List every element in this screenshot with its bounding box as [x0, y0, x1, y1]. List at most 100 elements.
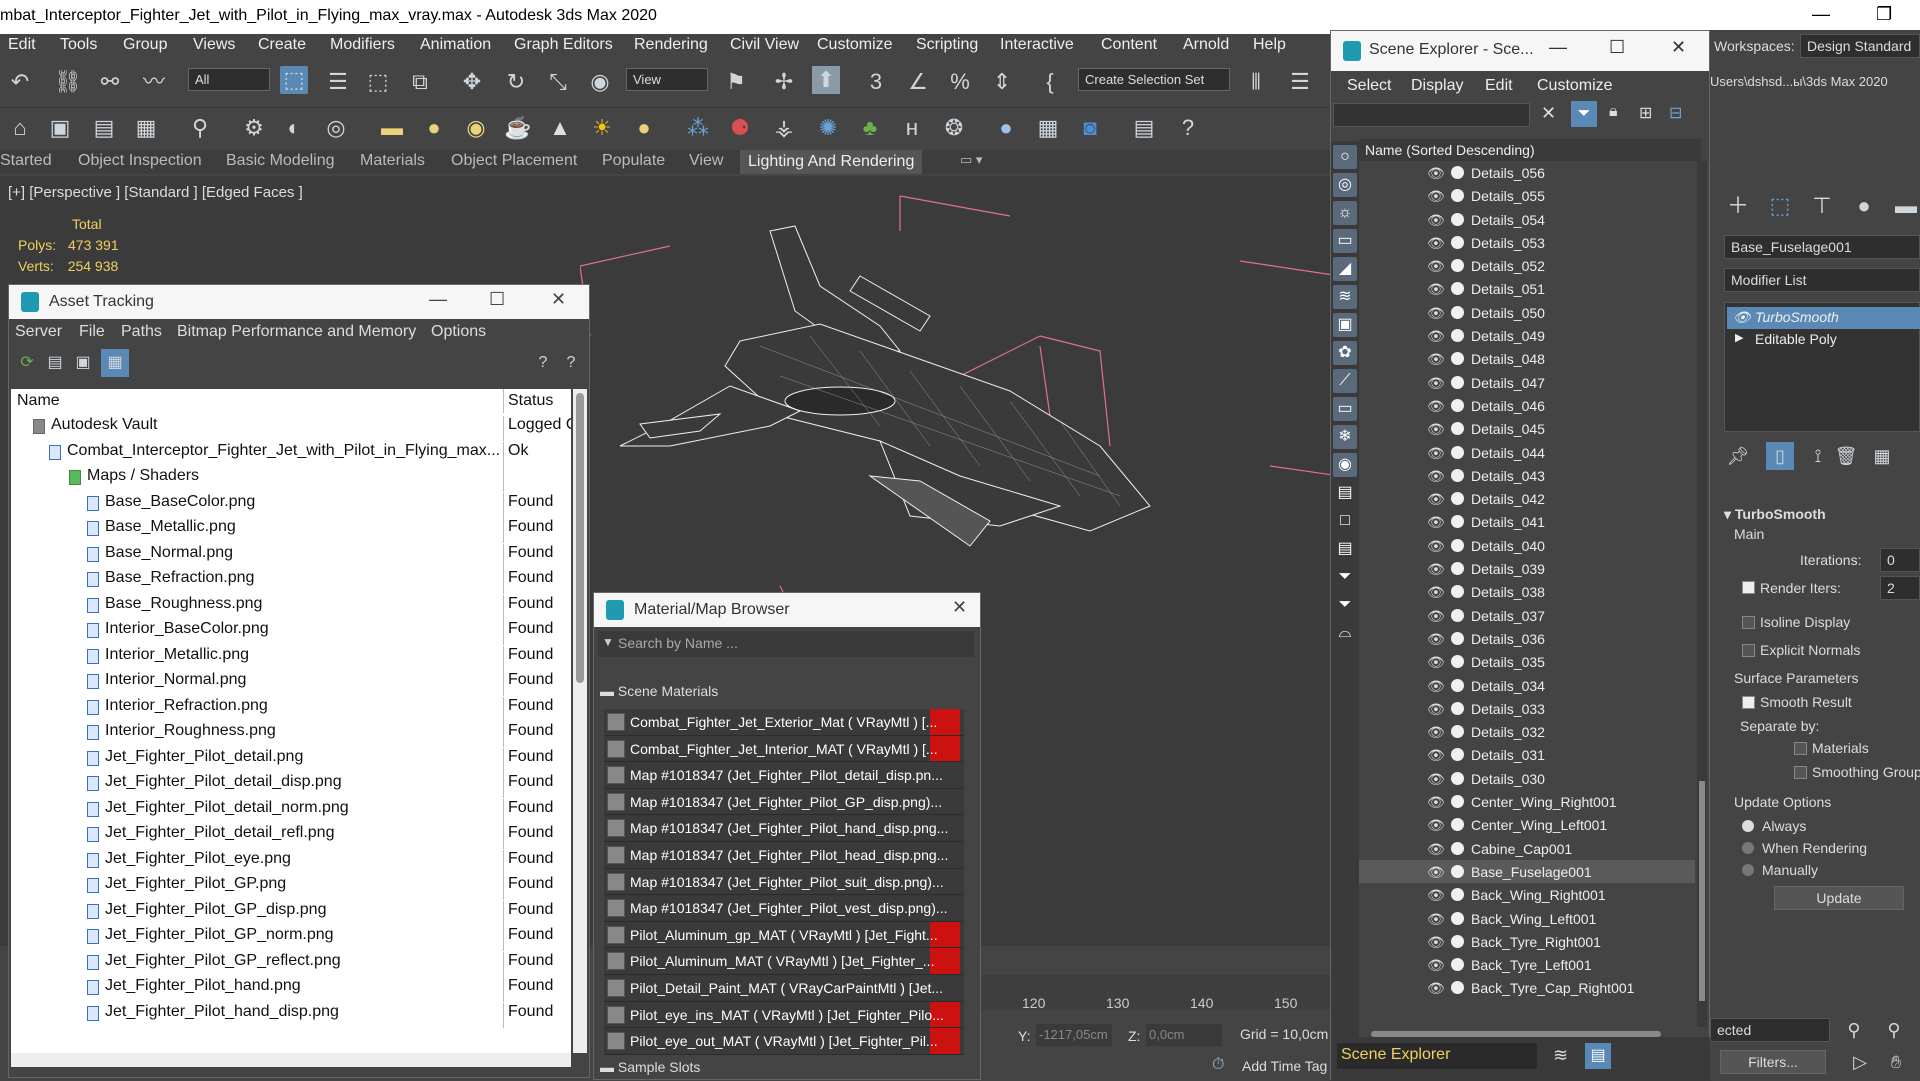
plane-icon[interactable]: ▬ [378, 114, 406, 142]
menu-options[interactable]: Options [431, 323, 486, 341]
create-tab-icon[interactable]: ＋ [1724, 192, 1752, 220]
tab-getting-started[interactable]: Started [0, 152, 52, 170]
material-item[interactable]: Map #1018347 (Jet_Fighter_Pilot_head_dis… [604, 841, 964, 869]
ribbon-options-icon[interactable]: ▭ ▾ [960, 152, 982, 168]
scene-object-row[interactable]: 👁︎ Back_Tyre_Cap_Right001 [1359, 976, 1695, 999]
table-row[interactable]: Combat_Interceptor_Fighter_Jet_with_Pilo… [11, 439, 571, 467]
menu-content[interactable]: Content [1101, 36, 1157, 54]
table-row[interactable]: Base_Roughness.png Found [11, 592, 571, 620]
particles-icon[interactable]: ⁂ [684, 114, 712, 142]
play-icon[interactable]: ▷ [1846, 1048, 1874, 1076]
material-item[interactable]: Map #1018347 (Jet_Fighter_Pilot_suit_dis… [604, 868, 964, 896]
freeze-toggle-icon[interactable] [1451, 235, 1464, 249]
search-icon[interactable]: ⚲ [1840, 1016, 1868, 1044]
stack-item-editable-poly[interactable]: ▶ Editable Poly [1727, 329, 1920, 351]
menu-create[interactable]: Create [258, 36, 306, 54]
ribbon-toggle-icon[interactable]: ▦ [132, 114, 160, 142]
scene-object-row[interactable]: 👁︎ Center_Wing_Right001 [1359, 790, 1695, 813]
visibility-eye-icon[interactable]: 👁︎ [1427, 351, 1445, 368]
freeze-toggle-icon[interactable] [1451, 911, 1464, 925]
scene-object-row[interactable]: 👁︎ Details_052 [1359, 254, 1695, 277]
table-row[interactable]: Interior_Refraction.png Found [11, 694, 571, 722]
menu-rendering[interactable]: Rendering [634, 36, 708, 54]
clear-filter-icon[interactable]: ✕ [1541, 103, 1556, 124]
angle-snap-icon[interactable]: ∠ [904, 68, 932, 96]
material-browser-titlebar[interactable]: Material/Map Browser ✕ [594, 593, 980, 627]
scene-object-row[interactable]: 👁︎ Details_050 [1359, 301, 1695, 324]
material-item[interactable]: Map #1018347 (Jet_Fighter_Pilot_GP_disp.… [604, 788, 964, 816]
menu-interactive[interactable]: Interactive [1000, 36, 1074, 54]
hierarchy-icon[interactable]: ⊞ [1639, 103, 1652, 123]
freeze-toggle-icon[interactable] [1451, 259, 1464, 273]
menu-customize[interactable]: Customize [817, 36, 893, 54]
freeze-toggle-icon[interactable] [1451, 282, 1464, 296]
freeze-toggle-icon[interactable] [1451, 748, 1464, 762]
reference-coord-dropdown[interactable]: View [626, 68, 708, 91]
smooth-result-checkbox[interactable] [1742, 696, 1755, 709]
make-unique-icon[interactable]: ⟟ [1804, 442, 1832, 470]
z-coordinate-field[interactable]: 0,0cm [1146, 1024, 1222, 1046]
visibility-eye-icon[interactable]: 👁︎ [1427, 584, 1445, 601]
scene-object-row[interactable]: 👁︎ Details_041 [1359, 510, 1695, 533]
render-iters-spinner[interactable]: 2 [1880, 576, 1920, 600]
freeze-toggle-icon[interactable] [1451, 562, 1464, 576]
scene-object-row[interactable]: 👁︎ Base_Fuselage001 [1359, 859, 1695, 884]
menu-civil-view[interactable]: Civil View [730, 36, 799, 54]
scene-object-row[interactable]: 👁︎ Details_033 [1359, 697, 1695, 720]
freeze-toggle-icon[interactable] [1451, 422, 1464, 436]
menu-views[interactable]: Views [193, 36, 235, 54]
scene-object-row[interactable]: 👁︎ Details_055 [1359, 184, 1695, 207]
show-end-result-icon[interactable]: ▯ [1766, 442, 1794, 470]
pivot-icon[interactable]: ⚑ [722, 68, 750, 96]
display-all-icon[interactable]: ▤ [1333, 481, 1357, 505]
menu-paths[interactable]: Paths [121, 323, 162, 341]
visibility-eye-icon[interactable]: 👁︎ [1427, 328, 1445, 345]
maximize-icon[interactable]: ☐ [1609, 37, 1625, 58]
containers-filter-icon[interactable]: ▭ [1333, 397, 1357, 421]
visibility-eye-icon[interactable]: 👁︎ [1427, 747, 1445, 764]
select-manipulate-icon[interactable]: ✢ [770, 68, 798, 96]
visibility-eye-icon[interactable]: 👁︎ [1427, 608, 1445, 625]
display-tab-icon[interactable]: ▬ [1892, 192, 1920, 220]
time-tag-icon[interactable]: ⏱ [1212, 1056, 1224, 1074]
material-item[interactable]: Map #1018347 (Jet_Fighter_Pilot_hand_dis… [604, 815, 964, 842]
xrefs-filter-icon[interactable]: ✿ [1333, 341, 1357, 365]
visibility-eye-icon[interactable]: 👁︎ [1427, 887, 1445, 904]
cameras-filter-icon[interactable]: ▭ [1333, 229, 1357, 253]
layer-icon[interactable]: ⊟ [1669, 103, 1682, 123]
menu-arnold[interactable]: Arnold [1183, 36, 1229, 54]
freeze-toggle-icon[interactable] [1451, 934, 1464, 948]
visibility-eye-icon[interactable]: 👁︎ [1427, 724, 1445, 741]
viewport-label[interactable]: [+] [Perspective ] [Standard ] [Edged Fa… [8, 184, 303, 201]
tab-object-placement[interactable]: Object Placement [451, 152, 577, 170]
visibility-eye-icon[interactable]: 👁︎ [1427, 864, 1445, 881]
workspaces-dropdown[interactable]: Design Standard [1800, 34, 1920, 58]
material-item[interactable]: Pilot_Detail_Paint_MAT ( VRayCarPaintMtl… [604, 974, 964, 1002]
material-search-input[interactable]: Search by Name ... [598, 631, 974, 657]
menu-graph-editors[interactable]: Graph Editors [514, 36, 613, 54]
column-name[interactable]: Name [17, 392, 60, 410]
add-time-tag-button[interactable]: Add Time Tag [1242, 1058, 1327, 1074]
shapes-filter-icon[interactable]: ◎ [1333, 173, 1357, 197]
freeze-toggle-icon[interactable] [1451, 981, 1464, 995]
freeze-toggle-icon[interactable] [1451, 538, 1464, 552]
table-row[interactable]: Base_Normal.png Found [11, 541, 571, 569]
freeze-toggle-icon[interactable] [1451, 375, 1464, 389]
rect-selection-icon[interactable]: ⬚ [364, 68, 392, 96]
ball-icon[interactable]: ● [992, 114, 1020, 142]
visibility-eye-icon[interactable]: 👁︎ [1427, 631, 1445, 648]
freeze-toggle-icon[interactable] [1451, 585, 1464, 599]
table-row[interactable]: Jet_Fighter_Pilot_eye.png Found [11, 847, 571, 875]
scene-object-row[interactable]: 👁︎ Details_035 [1359, 650, 1695, 673]
freeze-toggle-icon[interactable] [1451, 468, 1464, 482]
table-row[interactable]: Interior_Roughness.png Found [11, 719, 571, 747]
always-radio[interactable] [1742, 820, 1754, 832]
fur-icon[interactable]: ❂ [940, 114, 968, 142]
scene-object-row[interactable]: 👁︎ Details_032 [1359, 720, 1695, 743]
modifier-list-dropdown[interactable]: Modifier List [1724, 268, 1920, 292]
column-status[interactable]: Status [503, 389, 557, 413]
visibility-eye-icon[interactable]: 👁︎ [1427, 980, 1445, 997]
lock-icon[interactable]: 🔒︎ [1609, 103, 1618, 121]
schematic-view-icon[interactable]: ⚙ [240, 114, 268, 142]
freeze-toggle-icon[interactable] [1451, 771, 1464, 785]
